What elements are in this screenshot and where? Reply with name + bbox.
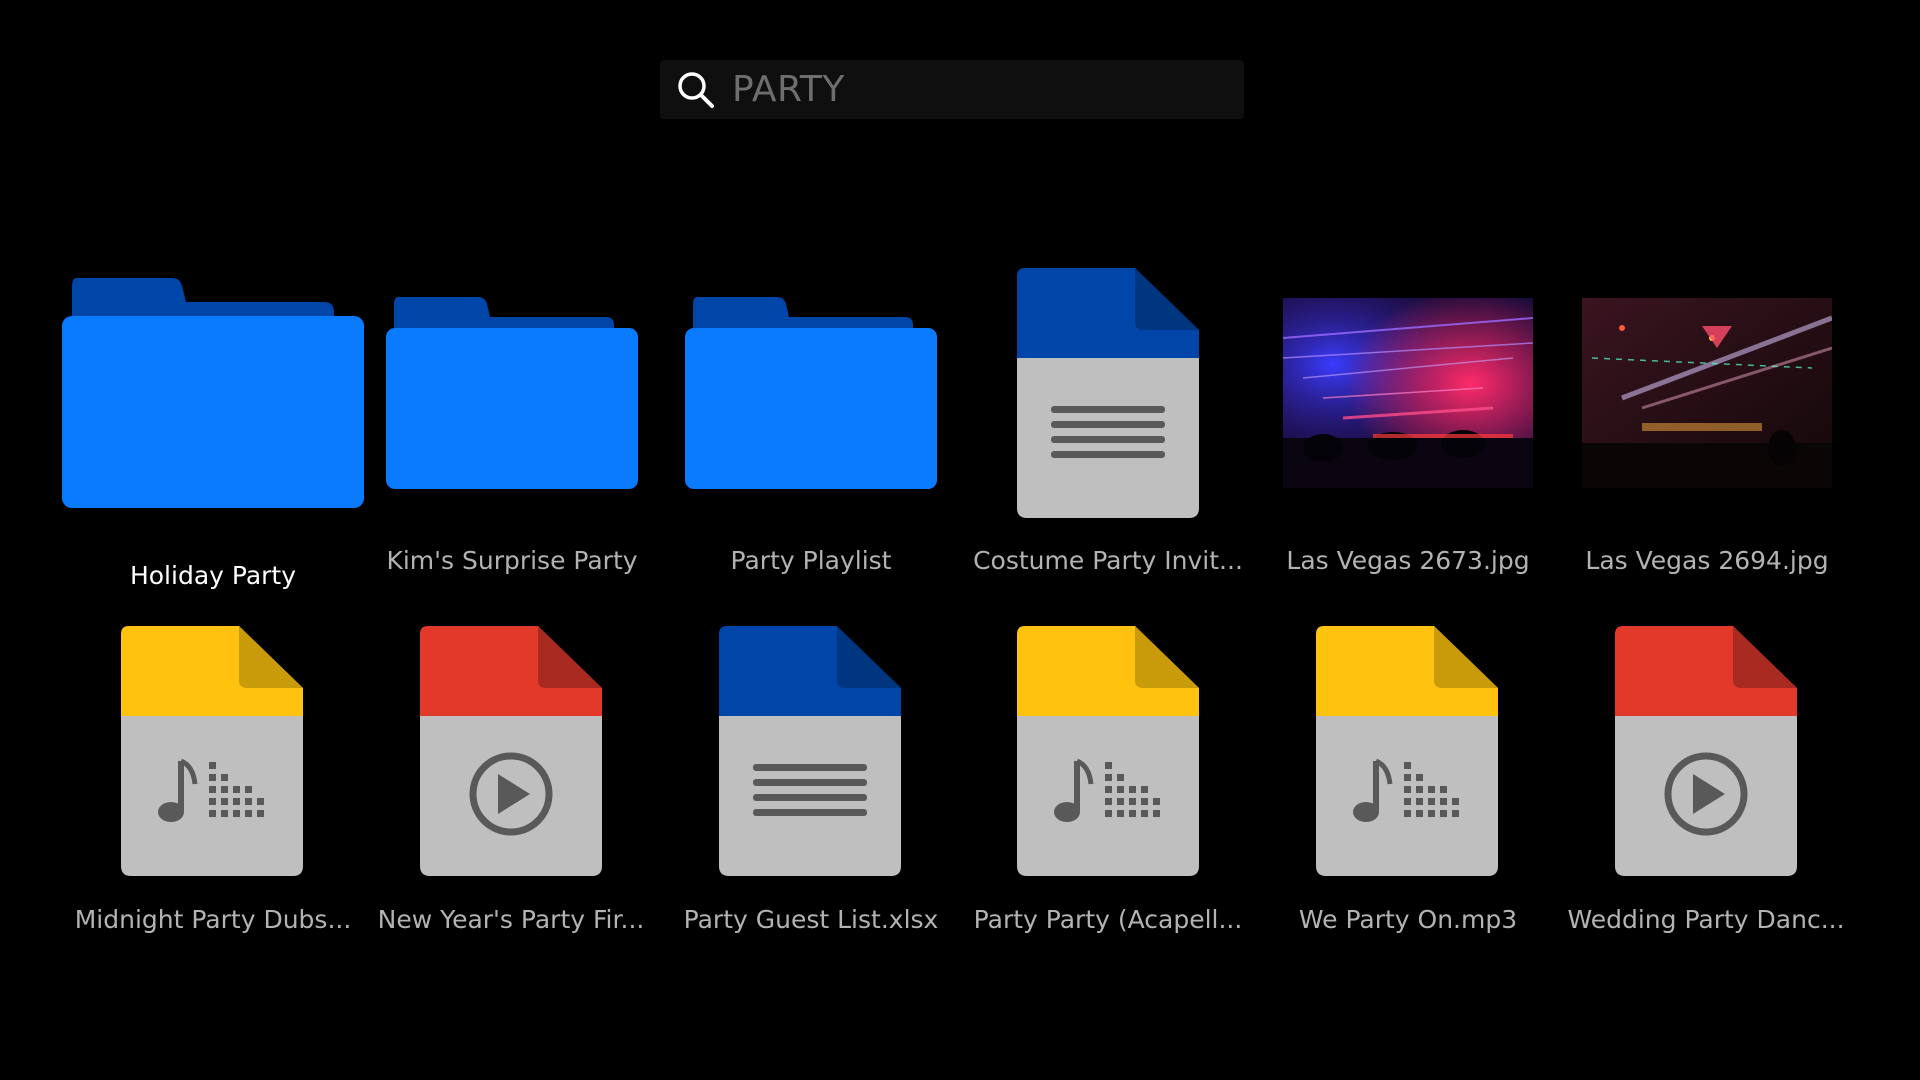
audio-file-icon	[1017, 626, 1199, 876]
folder-icon	[386, 297, 638, 489]
file-name-label: Party Party (Acapell...	[973, 905, 1243, 934]
file-name-label: Las Vegas 2694.jpg	[1585, 546, 1829, 575]
audio-file-icon	[1316, 626, 1498, 876]
video-file-icon	[1615, 626, 1797, 876]
search-results-screen: Holiday Party Kim's Surprise Party Party…	[0, 0, 1920, 1080]
file-name-label: New Year's Party Fir...	[377, 905, 645, 934]
video-file-icon	[420, 626, 602, 876]
file-name-label: Party Playlist	[730, 546, 892, 575]
file-name-label: Party Guest List.xlsx	[683, 905, 939, 934]
document-icon	[719, 626, 901, 876]
folder-icon	[62, 278, 364, 508]
audio-file-icon	[121, 626, 303, 876]
search-input[interactable]	[732, 60, 1222, 119]
file-name-label: Las Vegas 2673.jpg	[1286, 546, 1530, 575]
folder-icon	[685, 297, 937, 489]
document-icon	[1017, 268, 1199, 518]
file-name-label: Holiday Party	[129, 561, 297, 590]
file-name-label: Wedding Party Danc...	[1567, 905, 1845, 934]
photo-thumbnail	[1283, 298, 1533, 488]
file-name-label: We Party On.mp3	[1298, 905, 1518, 934]
search-bar[interactable]	[660, 60, 1244, 119]
photo-thumbnail	[1582, 298, 1832, 488]
file-name-label: Kim's Surprise Party	[386, 546, 638, 575]
file-name-label: Midnight Party Dubs...	[74, 905, 352, 934]
file-name-label: Costume Party Invit...	[973, 546, 1243, 575]
search-icon	[678, 72, 714, 108]
